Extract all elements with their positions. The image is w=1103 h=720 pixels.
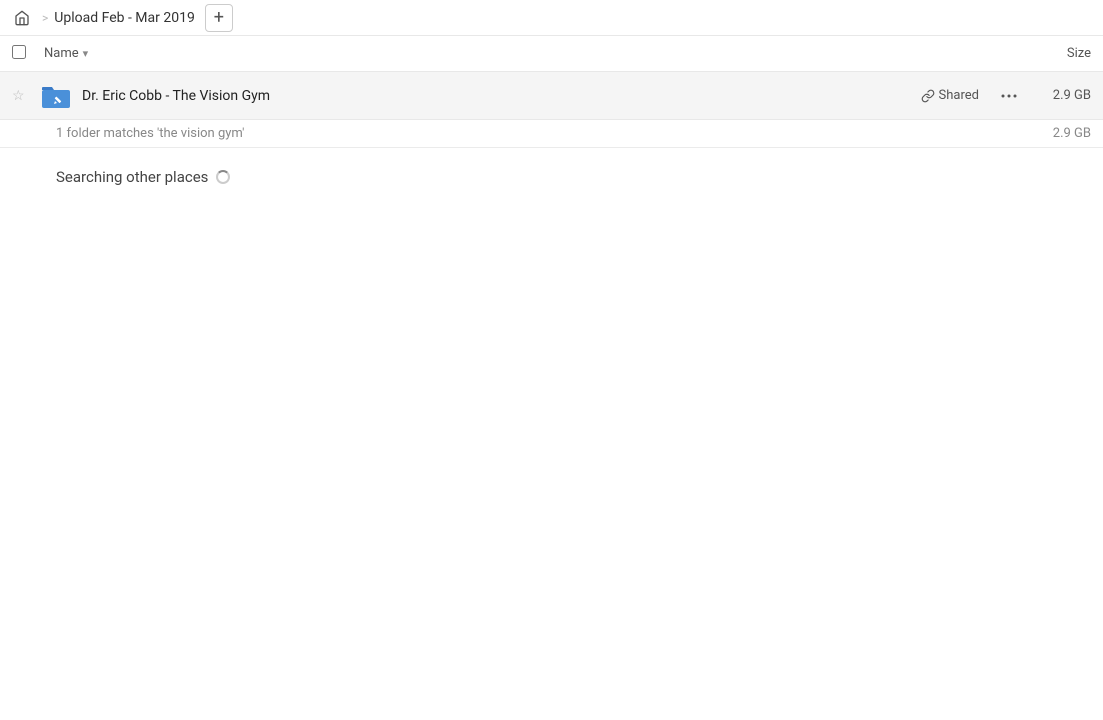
searching-section: Searching other places [0,148,1103,198]
match-size: 2.9 GB [1031,126,1091,141]
searching-title: Searching other places [56,168,1091,186]
breadcrumb-title: Upload Feb - Mar 2019 [54,10,195,26]
match-bar: 1 folder matches 'the vision gym' 2.9 GB [0,120,1103,148]
size-column-header: Size [1011,46,1091,61]
file-name[interactable]: Dr. Eric Cobb - The Vision Gym [82,88,921,104]
breadcrumb-bar: > Upload Feb - Mar 2019 + [0,0,1103,36]
folder-icon [40,80,72,112]
select-all-checkbox[interactable] [12,45,32,63]
breadcrumb-separator: > [42,11,48,25]
loading-spinner [216,170,230,184]
home-button[interactable] [8,4,36,32]
name-column-header[interactable]: Name ▾ [44,46,1011,61]
file-row: ☆ Dr. Eric Cobb - The Vision Gym Shared … [0,72,1103,120]
match-text: 1 folder matches 'the vision gym' [56,126,1031,141]
shared-badge: Shared [921,88,979,103]
column-header: Name ▾ Size [0,36,1103,72]
link-icon [921,89,935,103]
add-button[interactable]: + [205,4,233,32]
more-options-button[interactable] [995,82,1023,110]
file-size: 2.9 GB [1031,88,1091,103]
star-button[interactable]: ☆ [12,88,32,104]
